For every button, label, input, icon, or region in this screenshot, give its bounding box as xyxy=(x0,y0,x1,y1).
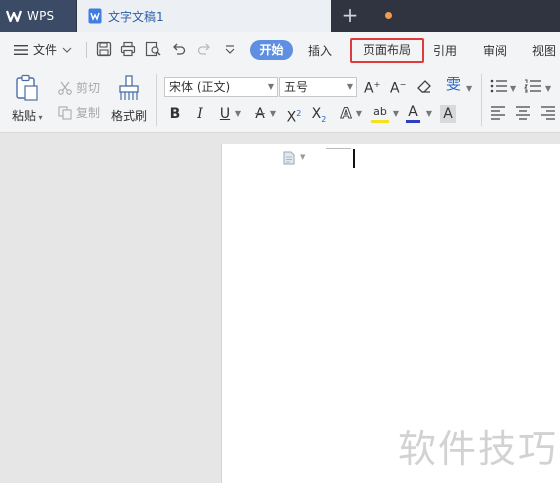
wps-home-tab[interactable]: WPS xyxy=(0,0,76,32)
cut-button[interactable]: 剪切 xyxy=(58,79,100,96)
tab-review[interactable]: 审阅 xyxy=(483,42,507,59)
strikethrough-dropdown-icon[interactable]: ▼ xyxy=(268,105,278,123)
numbered-list-icon[interactable] xyxy=(524,79,542,93)
font-name-select[interactable]: 宋体 (正文) ▼ xyxy=(164,77,278,97)
eraser-icon[interactable] xyxy=(416,78,432,94)
ribbon-home: 粘贴 ▾ 剪切 复制 格式刷 宋体 (正文) ▼ 五号 ▼ A+ A− 雯 ▼ … xyxy=(0,68,560,133)
undo-icon[interactable] xyxy=(171,41,187,57)
font-size-value: 五号 xyxy=(284,80,309,94)
pinyin-dropdown-icon[interactable]: ▼ xyxy=(466,81,472,97)
print-preview-icon[interactable] xyxy=(145,41,161,57)
bold-icon[interactable]: B xyxy=(167,105,183,123)
document-tab-label: 文字文稿1 xyxy=(108,9,164,24)
copy-button[interactable]: 复制 xyxy=(58,104,100,121)
pinyin-guide-icon[interactable]: 雯 xyxy=(446,76,461,92)
font-name-dropdown-icon: ▼ xyxy=(267,82,274,91)
paste-label: 粘贴 ▾ xyxy=(12,109,43,123)
hamburger-icon xyxy=(14,44,28,55)
copy-icon xyxy=(58,105,72,120)
font-color-icon[interactable]: A xyxy=(406,105,420,123)
chevron-down-icon xyxy=(62,47,72,53)
word-doc-icon xyxy=(88,8,102,24)
quick-access-dropdown-icon[interactable] xyxy=(222,41,238,57)
text-cursor xyxy=(353,149,355,168)
paragraph-layout-icon[interactable] xyxy=(283,151,295,165)
decrease-font-size-icon[interactable]: A− xyxy=(390,77,406,97)
tab-references[interactable]: 引用 xyxy=(433,42,457,59)
menu-divider xyxy=(86,42,87,58)
character-shading-icon[interactable]: A xyxy=(440,105,456,123)
italic-icon[interactable]: I xyxy=(192,105,208,123)
document-tab[interactable]: 文字文稿1 xyxy=(77,0,392,32)
wps-logo-icon xyxy=(6,10,22,23)
tab-view[interactable]: 视图 xyxy=(532,42,556,59)
format-painter-icon xyxy=(119,75,139,100)
file-menu-label: 文件 xyxy=(33,43,58,57)
subscript-icon[interactable]: X2 xyxy=(310,105,328,124)
redo-icon[interactable] xyxy=(196,41,212,57)
file-menu-button[interactable]: 文件 xyxy=(14,41,72,58)
save-icon[interactable] xyxy=(96,41,112,57)
print-icon[interactable] xyxy=(120,41,136,57)
tab-insert[interactable]: 插入 xyxy=(308,42,332,59)
font-size-select[interactable]: 五号 ▼ xyxy=(279,77,357,97)
watermark-text: 软件技巧 xyxy=(398,427,559,471)
underline-icon[interactable]: U xyxy=(217,105,233,123)
strikethrough-icon[interactable]: A xyxy=(252,105,268,123)
tab-page-layout[interactable]: 页面布局 xyxy=(350,38,424,63)
cut-label: 剪切 xyxy=(76,81,101,95)
increase-font-size-icon[interactable]: A+ xyxy=(364,77,380,97)
paste-icon xyxy=(16,74,38,101)
highlight-dropdown-icon[interactable]: ▼ xyxy=(391,105,401,123)
font-color-dropdown-icon[interactable]: ▼ xyxy=(424,105,434,123)
underline-dropdown-icon[interactable]: ▼ xyxy=(233,105,243,123)
superscript-icon[interactable]: X2 xyxy=(285,105,303,126)
align-left-icon[interactable] xyxy=(490,106,506,120)
align-center-icon[interactable] xyxy=(515,106,531,120)
highlight-icon[interactable]: ab xyxy=(371,105,389,123)
font-name-value: 宋体 (正文) xyxy=(169,80,231,94)
unsaved-dot-icon xyxy=(385,12,392,19)
paragraph-layout-dropdown-icon[interactable]: ▼ xyxy=(300,153,305,161)
font-size-dropdown-icon: ▼ xyxy=(346,82,353,91)
menu-bar: 文件 开始 插入 引用 审阅 视图 xyxy=(0,32,560,68)
tab-start[interactable]: 开始 xyxy=(250,40,293,60)
new-tab-button[interactable]: + xyxy=(340,5,360,25)
page-margin-marker xyxy=(326,148,351,149)
paste-button[interactable]: 粘贴 ▾ xyxy=(12,74,43,124)
ribbon-divider xyxy=(481,74,482,126)
format-painter-button[interactable]: 格式刷 xyxy=(110,74,148,124)
text-effect-dropdown-icon[interactable]: ▼ xyxy=(354,105,364,123)
align-right-icon[interactable] xyxy=(540,106,556,120)
text-effect-icon[interactable]: A xyxy=(338,105,354,123)
scissors-icon xyxy=(58,81,72,95)
copy-label: 复制 xyxy=(76,106,101,120)
numbered-list-dropdown-icon[interactable]: ▼ xyxy=(545,81,551,97)
wps-tab-label: WPS xyxy=(27,9,55,23)
bullet-list-dropdown-icon[interactable]: ▼ xyxy=(510,81,516,97)
title-bar: WPS 文字文稿1 + xyxy=(0,0,560,32)
ribbon-divider xyxy=(156,74,157,126)
format-painter-label: 格式刷 xyxy=(110,109,147,123)
bullet-list-icon[interactable] xyxy=(490,79,508,93)
